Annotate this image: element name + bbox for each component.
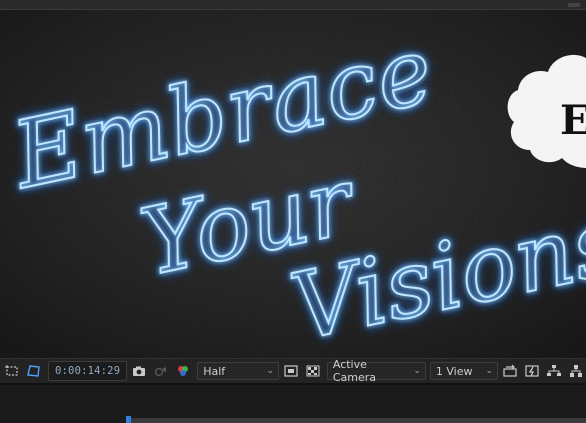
- views-value: 1 View: [435, 364, 473, 378]
- transparency-grid-icon: [306, 365, 320, 377]
- panel-divider[interactable]: [0, 383, 586, 385]
- region-of-interest-icon: [5, 365, 18, 376]
- reset-exposure-icon: [525, 365, 539, 377]
- time-navigator-start-handle[interactable]: [126, 416, 131, 423]
- camera-dropdown[interactable]: Active Camera ⌄: [326, 358, 426, 384]
- resolution-dropdown[interactable]: Half ⌄: [197, 362, 279, 380]
- panel-menu-handle[interactable]: [568, 3, 580, 7]
- take-snapshot-button[interactable]: [129, 361, 149, 381]
- composition-canvas: E Embrace Your Visions: [0, 10, 586, 358]
- resolution-value: Half: [203, 364, 226, 378]
- camera-snapshot-icon: [133, 366, 146, 376]
- region-of-interest-button[interactable]: [2, 361, 22, 381]
- views-dropdown[interactable]: 1 View ⌄: [429, 362, 498, 380]
- time-navigator-bar[interactable]: [126, 418, 586, 423]
- viewer-top-edge: [0, 0, 586, 10]
- mask-path-button[interactable]: [24, 361, 44, 381]
- hierarchy-icon: [570, 365, 582, 377]
- chevron-down-icon: ⌄: [413, 366, 421, 376]
- reset-exposure-button[interactable]: [522, 361, 542, 381]
- badge-letter: E: [560, 97, 586, 144]
- timeline-panel: [0, 383, 586, 423]
- fast-preview-button[interactable]: [281, 361, 301, 381]
- color-channels-icon: [178, 366, 189, 376]
- show-snapshot-icon: [155, 367, 167, 377]
- show-snapshot-button[interactable]: [151, 361, 171, 381]
- color-channels-button[interactable]: [173, 361, 193, 381]
- current-time-display[interactable]: 0:00:14:29: [48, 361, 128, 381]
- fast-preview-icon: [284, 365, 298, 377]
- mask-path-icon: [27, 365, 40, 377]
- chevron-down-icon: ⌄: [485, 366, 493, 376]
- flowchart-icon: [547, 365, 561, 376]
- toggle-pixel-aspect-button[interactable]: [500, 361, 520, 381]
- layer-flowchart-button[interactable]: [566, 361, 586, 381]
- transparency-grid-button[interactable]: [303, 361, 323, 381]
- composition-viewer[interactable]: E Embrace Your Visions: [0, 10, 586, 358]
- composition-flowchart-button[interactable]: [544, 361, 564, 381]
- viewer-toolbar: 0:00:14:29 Half ⌄ Active Camera ⌄ 1 View…: [0, 358, 586, 384]
- chevron-down-icon: ⌄: [266, 366, 274, 376]
- pixel-aspect-icon: [503, 364, 517, 377]
- camera-value: Active Camera: [332, 358, 377, 384]
